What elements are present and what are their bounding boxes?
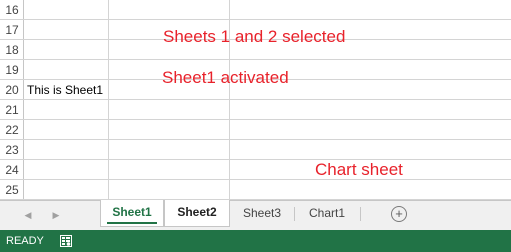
- worksheet-grid[interactable]: 16 17 18 19 20 21 22 23 24 25 This is Sh…: [0, 0, 511, 200]
- row-header-20[interactable]: 20: [0, 80, 24, 100]
- row-header-17[interactable]: 17: [0, 20, 24, 40]
- tab-sheet3[interactable]: Sheet3: [231, 201, 293, 227]
- gridline: [108, 0, 109, 200]
- tab-label: Sheet3: [242, 206, 282, 220]
- tab-sheet1[interactable]: Sheet1: [100, 200, 164, 227]
- gridline: [24, 119, 511, 120]
- tab-sheet2[interactable]: Sheet2: [164, 200, 230, 227]
- row-header-24[interactable]: 24: [0, 160, 24, 180]
- sheet-tab-bar: ◀ ▶ Sheet1 Sheet2 Sheet3 Chart1 +: [0, 200, 511, 230]
- annotation-sheets-selected: Sheets 1 and 2 selected: [163, 27, 346, 46]
- gridline: [24, 99, 511, 100]
- gridline: [24, 179, 511, 180]
- gridline: [24, 59, 511, 60]
- annotation-chart-sheet: Chart sheet: [315, 160, 403, 179]
- cell-a20[interactable]: This is Sheet1: [27, 83, 103, 97]
- row-header-22[interactable]: 22: [0, 120, 24, 140]
- row-header-25[interactable]: 25: [0, 180, 24, 200]
- tab-separator: [360, 207, 361, 221]
- tab-label: Sheet1: [112, 205, 152, 219]
- add-sheet-icon[interactable]: +: [391, 206, 407, 222]
- row-header-18[interactable]: 18: [0, 40, 24, 60]
- status-mode: READY: [6, 235, 44, 247]
- row-header-21[interactable]: 21: [0, 100, 24, 120]
- macro-record-icon[interactable]: [60, 235, 72, 247]
- tab-label: Chart1: [308, 206, 346, 220]
- row-header-16[interactable]: 16: [0, 0, 24, 20]
- scroll-right-icon[interactable]: ▶: [48, 207, 64, 223]
- row-headers: 16 17 18 19 20 21 22 23 24 25: [0, 0, 24, 200]
- tab-label: Sheet2: [177, 205, 217, 219]
- row-header-19[interactable]: 19: [0, 60, 24, 80]
- scroll-left-icon[interactable]: ◀: [20, 207, 36, 223]
- gridline: [24, 159, 511, 160]
- active-tab-underline: [107, 222, 157, 224]
- gridline: [24, 19, 511, 20]
- row-header-23[interactable]: 23: [0, 140, 24, 160]
- tab-chart1[interactable]: Chart1: [295, 201, 359, 227]
- gridline: [24, 139, 511, 140]
- status-bar: READY: [0, 230, 511, 252]
- annotation-sheet-activated: Sheet1 activated: [162, 68, 289, 87]
